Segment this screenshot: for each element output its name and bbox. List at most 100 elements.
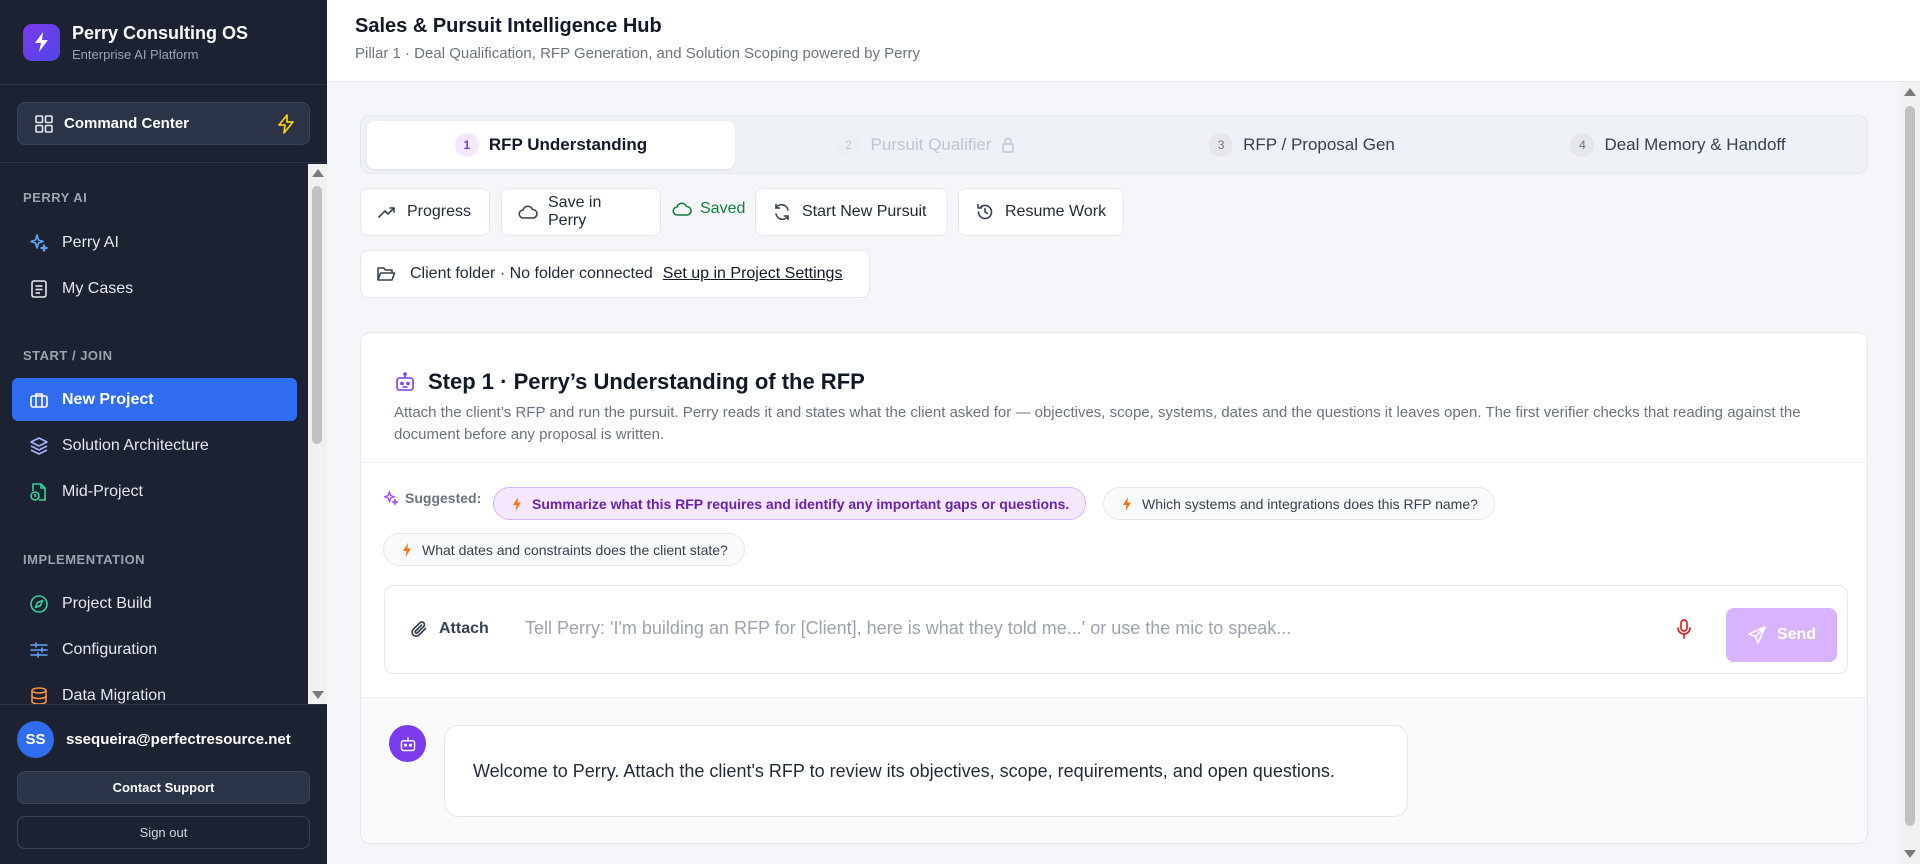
tab-label: Deal Memory & Handoff	[1604, 135, 1786, 154]
suggestion-text: What dates and constraints does the clie…	[422, 541, 728, 558]
grid-icon	[34, 114, 54, 134]
document-icon	[28, 278, 50, 300]
tab-rfp-proposal-gen[interactable]: 3 RFP / Proposal Gen	[1117, 121, 1487, 169]
tab-pursuit-qualifier[interactable]: 2 Pursuit Qualifier	[741, 121, 1111, 169]
send-button[interactable]: Send	[1726, 608, 1837, 662]
message-input[interactable]	[525, 612, 1525, 644]
start-new-label: Start New Pursuit	[802, 203, 927, 220]
sparkles-icon	[28, 232, 50, 254]
command-center-label: Command Center	[64, 115, 190, 132]
sidebar-item-label: Perry AI	[62, 233, 119, 251]
sidebar-scrollbar-thumb[interactable]	[312, 186, 322, 444]
send-icon	[1747, 625, 1767, 645]
brand-title: Perry Consulting OS	[72, 22, 249, 43]
step-title-text: Step 1 · Perry’s Understanding of the RF…	[428, 369, 865, 394]
saved-label: Saved	[700, 200, 746, 217]
message-composer: Attach Send	[384, 585, 1848, 674]
sidebar-item-label: Configuration	[62, 640, 158, 658]
bolt-icon	[1122, 496, 1132, 511]
start-new-pursuit-button[interactable]: Start New Pursuit	[755, 188, 948, 236]
main-scrollbar-thumb[interactable]	[1905, 106, 1915, 826]
resume-work-button[interactable]: Resume Work	[958, 188, 1124, 236]
tab-number: 4	[1570, 133, 1595, 157]
sidebar-item-label: Solution Architecture	[62, 436, 209, 454]
message-list: Welcome to Perry. Attach the client's RF…	[361, 697, 1867, 843]
sidebar-item-configuration[interactable]: Configuration	[12, 628, 297, 671]
tab-label: Pursuit Qualifier	[870, 135, 992, 154]
page-header: Sales & Pursuit Intelligence Hub Pillar …	[327, 0, 1920, 82]
page-title: Sales & Pursuit Intelligence Hub	[355, 15, 662, 37]
bolt-icon	[402, 542, 412, 557]
user-row: SS ssequeira@perfectresource.net	[17, 721, 291, 758]
bolt-icon	[512, 496, 522, 511]
step-tabs: 1 RFP Understanding 2 Pursuit Qualifier …	[360, 115, 1868, 174]
scroll-down-arrow-icon[interactable]	[1904, 850, 1916, 858]
send-label: Send	[1776, 626, 1817, 643]
step-card-header: Step 1 · Perry’s Understanding of the RF…	[361, 333, 1867, 463]
scroll-down-arrow-icon[interactable]	[312, 691, 324, 699]
sidebar-item-label: Project Build	[62, 594, 152, 612]
sidebar-scrollbar[interactable]	[308, 164, 327, 704]
main-scrollbar[interactable]	[1900, 82, 1920, 864]
attach-button[interactable]: Attach	[409, 619, 489, 639]
client-folder-bar: Client folder · No folder connected Set …	[360, 250, 870, 298]
sidebar-item-new-project[interactable]: New Project	[12, 378, 297, 421]
brand-subtitle: Enterprise AI Platform	[72, 46, 199, 62]
sidebar-item-data-migration[interactable]: Data Migration	[12, 674, 297, 704]
sidebar-item-project-build[interactable]: Project Build	[12, 582, 297, 625]
command-center-wrap: Command Center	[0, 85, 327, 163]
database-icon	[28, 685, 50, 704]
sidebar-item-mid-project[interactable]: Mid-Project	[12, 470, 297, 513]
contact-support-button[interactable]: Contact Support	[17, 771, 310, 804]
suggestion-text: Which systems and integrations does this…	[1142, 495, 1478, 512]
tab-rfp-understanding[interactable]: 1 RFP Understanding	[367, 121, 735, 169]
nav-section-start-join: START / JOIN	[23, 348, 113, 363]
suggestion-text: Summarize what this RFP requires and ide…	[532, 495, 1070, 512]
save-label: Save in Perry	[548, 194, 602, 229]
lightning-logo-icon	[23, 23, 60, 61]
folder-open-icon	[376, 265, 396, 283]
user-area: SS ssequeira@perfectresource.net Contact…	[0, 704, 327, 864]
suggestion-chip[interactable]: What dates and constraints does the clie…	[383, 533, 745, 566]
sliders-icon	[28, 639, 50, 661]
history-icon	[975, 202, 995, 222]
scroll-up-arrow-icon[interactable]	[312, 169, 324, 177]
bot-avatar-icon	[389, 725, 426, 762]
tab-number: 3	[1209, 133, 1234, 157]
sidebar-nav: PERRY AI Perry AI My Cases START / JOIN …	[0, 164, 308, 704]
assistant-message: Welcome to Perry. Attach the client's RF…	[444, 725, 1408, 817]
sign-out-button[interactable]: Sign out	[17, 816, 310, 849]
suggestion-chip[interactable]: Summarize what this RFP requires and ide…	[493, 487, 1087, 520]
tab-label: RFP / Proposal Gen	[1243, 135, 1395, 154]
resume-label: Resume Work	[1005, 203, 1107, 220]
sidebar-item-label: New Project	[62, 390, 154, 408]
save-in-perry-button[interactable]: Save in Perry	[501, 188, 661, 236]
project-settings-link[interactable]: Set up in Project Settings	[663, 265, 843, 283]
sparkles-icon	[383, 490, 399, 506]
file-clock-icon	[28, 481, 50, 503]
compass-icon	[28, 593, 50, 615]
scroll-up-arrow-icon[interactable]	[1904, 88, 1916, 96]
sidebar-item-my-cases[interactable]: My Cases	[12, 267, 297, 310]
client-folder-status: Client folder · No folder connected	[410, 265, 653, 282]
tab-number: 1	[454, 133, 479, 157]
sidebar-item-label: Mid-Project	[62, 482, 143, 500]
suggested-label: Suggested:	[383, 490, 481, 506]
page-subtitle: Pillar 1 · Deal Qualification, RFP Gener…	[355, 45, 921, 62]
suggestion-chip[interactable]: Which systems and integrations does this…	[1103, 487, 1495, 520]
tab-deal-memory-handoff[interactable]: 4 Deal Memory & Handoff	[1493, 121, 1863, 169]
progress-button[interactable]: Progress	[360, 188, 490, 236]
sidebar-item-label: Data Migration	[62, 686, 167, 704]
mic-icon[interactable]	[1675, 618, 1693, 640]
lock-icon	[1001, 137, 1015, 153]
suggested-label-text: Suggested:	[405, 490, 482, 506]
attach-label: Attach	[439, 620, 489, 637]
command-center-button[interactable]: Command Center	[17, 102, 310, 145]
sidebar: Perry Consulting OS Enterprise AI Platfo…	[0, 0, 327, 864]
sidebar-item-perry-ai[interactable]: Perry AI	[12, 221, 297, 264]
nav-section-perry-ai: PERRY AI	[23, 190, 88, 205]
sidebar-item-solution-architecture[interactable]: Solution Architecture	[12, 424, 297, 467]
sidebar-item-label: My Cases	[62, 279, 134, 297]
cloud-icon	[518, 204, 538, 220]
bot-icon	[394, 371, 416, 393]
